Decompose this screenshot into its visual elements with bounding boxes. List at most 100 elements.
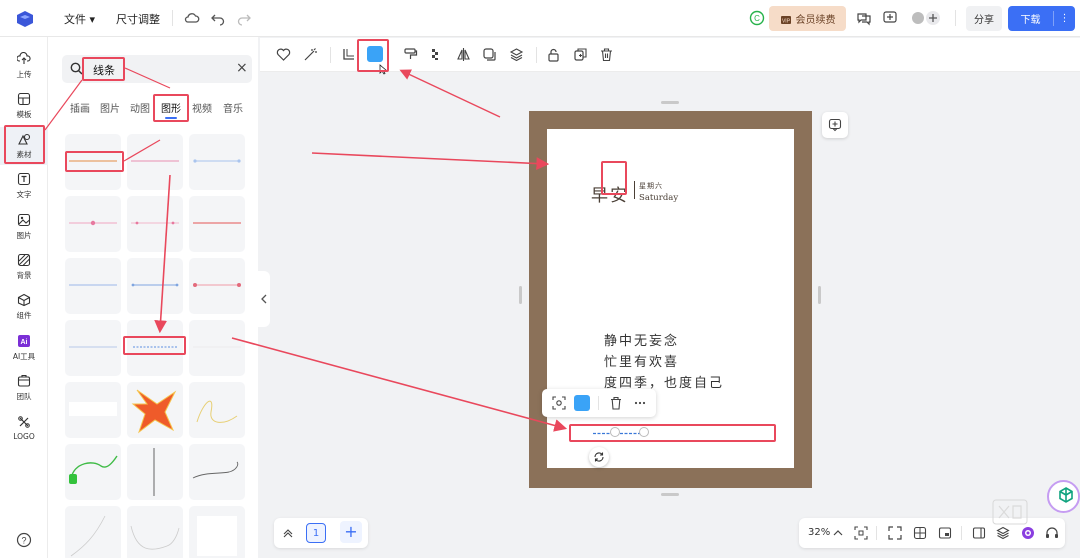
line-tile[interactable] bbox=[127, 196, 183, 252]
curve-tile[interactable] bbox=[65, 506, 121, 558]
curve-tile[interactable] bbox=[65, 444, 121, 500]
page-resize-handle[interactable] bbox=[661, 101, 679, 104]
zoom-value[interactable]: 32% bbox=[808, 527, 830, 538]
curve-tile[interactable] bbox=[189, 382, 245, 438]
collaborators-icon[interactable] bbox=[911, 10, 941, 26]
paint-brush-icon[interactable] bbox=[403, 47, 418, 62]
rail-item-upload[interactable]: 上传 bbox=[0, 47, 48, 85]
tab-gif[interactable]: 动图 bbox=[130, 100, 150, 115]
poster-canvas[interactable]: 早安 星期六 Saturday 静中无妄念 忙里有欢喜 度四季，也度自己 bbox=[529, 111, 812, 488]
line-tile[interactable] bbox=[127, 134, 183, 190]
rail-item-background[interactable]: 背景 bbox=[0, 248, 48, 286]
shape-tile[interactable] bbox=[65, 382, 121, 438]
headset-icon[interactable] bbox=[1045, 526, 1059, 540]
rail-item-component[interactable]: 组件 bbox=[0, 288, 48, 326]
more-icon[interactable] bbox=[633, 396, 647, 410]
line-tile[interactable] bbox=[65, 258, 121, 314]
file-menu[interactable]: 文件 ▾ bbox=[64, 11, 95, 27]
download-more-icon[interactable]: ⋮ bbox=[1053, 11, 1075, 26]
curve-tile[interactable] bbox=[189, 444, 245, 500]
app-logo-icon[interactable] bbox=[14, 8, 36, 30]
chevron-up-icon[interactable] bbox=[831, 526, 845, 540]
line-tile[interactable] bbox=[189, 320, 245, 376]
tab-image[interactable]: 图片 bbox=[100, 100, 120, 115]
focus-icon[interactable] bbox=[552, 396, 566, 410]
line-tile[interactable] bbox=[65, 320, 121, 376]
line-style-icon[interactable] bbox=[341, 47, 356, 62]
line-tile[interactable] bbox=[189, 196, 245, 252]
add-comment-icon[interactable] bbox=[882, 10, 898, 26]
tab-illustration[interactable]: 插画 bbox=[70, 100, 90, 115]
rail-item-material[interactable]: 素材 bbox=[0, 127, 48, 165]
transparency-icon[interactable] bbox=[429, 47, 444, 62]
clear-search-icon[interactable]: × bbox=[236, 60, 248, 76]
line-tile[interactable] bbox=[189, 134, 245, 190]
weekday-text[interactable]: 星期六 bbox=[639, 181, 663, 191]
tab-video[interactable]: 视频 bbox=[192, 100, 212, 115]
layer-icon[interactable] bbox=[509, 47, 524, 62]
poem-line[interactable]: 忙里有欢喜 bbox=[604, 351, 679, 370]
line-color-swatch[interactable] bbox=[367, 46, 383, 62]
line-handle[interactable] bbox=[610, 427, 620, 437]
material-search-box[interactable]: 线条 × bbox=[62, 55, 252, 83]
line-tile[interactable] bbox=[189, 258, 245, 314]
undo-icon[interactable] bbox=[210, 10, 226, 26]
grid-icon[interactable] bbox=[913, 526, 927, 540]
line-tile[interactable] bbox=[127, 258, 183, 314]
add-page-button[interactable]: + bbox=[340, 521, 362, 543]
line-tile[interactable] bbox=[127, 320, 183, 376]
line-handle[interactable] bbox=[639, 427, 649, 437]
duplicate-icon[interactable] bbox=[573, 47, 588, 62]
rail-item-logo[interactable]: LOGO bbox=[0, 409, 48, 447]
collapse-panel-button[interactable] bbox=[258, 271, 270, 327]
shape-tile[interactable] bbox=[189, 506, 245, 558]
magic-effect-icon[interactable] bbox=[303, 47, 318, 62]
chevron-up-double-icon[interactable] bbox=[282, 527, 294, 539]
weekday-en-text[interactable]: Saturday bbox=[639, 193, 678, 203]
rail-item-template[interactable]: 模板 bbox=[0, 87, 48, 125]
resize-menu[interactable]: 尺寸调整 bbox=[116, 11, 160, 27]
rail-item-text[interactable]: 文字 bbox=[0, 167, 48, 205]
delete-icon[interactable] bbox=[609, 396, 623, 410]
star-shape-tile[interactable] bbox=[127, 382, 183, 438]
assistant-icon[interactable] bbox=[1021, 526, 1035, 540]
flip-icon[interactable] bbox=[456, 47, 471, 62]
chat-icon[interactable] bbox=[856, 10, 872, 26]
page-resize-handle[interactable] bbox=[818, 286, 821, 304]
copyright-icon[interactable]: C bbox=[749, 10, 765, 26]
page-thumbnail-button[interactable]: 1 bbox=[306, 523, 326, 543]
shadow-icon[interactable] bbox=[482, 47, 497, 62]
fit-screen-icon[interactable] bbox=[854, 526, 868, 540]
favorite-icon[interactable] bbox=[276, 47, 291, 62]
side-panel-icon[interactable] bbox=[972, 526, 986, 540]
vip-renew-button[interactable]: VIP 会员续费 bbox=[769, 6, 846, 31]
help-icon[interactable]: ? bbox=[16, 532, 32, 548]
page-resize-handle[interactable] bbox=[661, 493, 679, 496]
line-tile[interactable] bbox=[127, 444, 183, 500]
picture-in-picture-icon[interactable] bbox=[938, 526, 952, 540]
download-button[interactable]: 下载 ⋮ bbox=[1008, 6, 1075, 31]
cloud-save-icon[interactable] bbox=[184, 10, 200, 26]
line-tile[interactable] bbox=[65, 134, 121, 190]
rail-item-team[interactable]: 团队 bbox=[0, 369, 48, 407]
openai-icon[interactable] bbox=[1053, 483, 1079, 509]
page-resize-handle[interactable] bbox=[519, 286, 522, 304]
tab-music[interactable]: 音乐 bbox=[223, 100, 243, 115]
vertical-divider-line[interactable] bbox=[634, 181, 635, 199]
redo-icon[interactable] bbox=[236, 10, 252, 26]
curve-tile[interactable] bbox=[127, 506, 183, 558]
line-tile[interactable] bbox=[65, 196, 121, 252]
fullscreen-icon[interactable] bbox=[888, 526, 902, 540]
delete-icon[interactable] bbox=[599, 47, 614, 62]
quick-color-swatch[interactable] bbox=[574, 395, 590, 411]
share-button[interactable]: 分享 bbox=[966, 6, 1002, 31]
tab-shape[interactable]: 图形 bbox=[161, 100, 181, 115]
page-comment-button[interactable] bbox=[822, 112, 848, 138]
rail-item-ai-tools[interactable]: Ai AI工具 bbox=[0, 329, 48, 367]
poem-line[interactable]: 静中无妄念 bbox=[604, 330, 679, 349]
layers-icon[interactable] bbox=[996, 526, 1010, 540]
greeting-text[interactable]: 早安 bbox=[591, 181, 629, 206]
rotate-button[interactable] bbox=[589, 447, 609, 467]
search-input[interactable]: 线条 bbox=[93, 62, 115, 78]
lock-icon[interactable] bbox=[546, 47, 561, 62]
